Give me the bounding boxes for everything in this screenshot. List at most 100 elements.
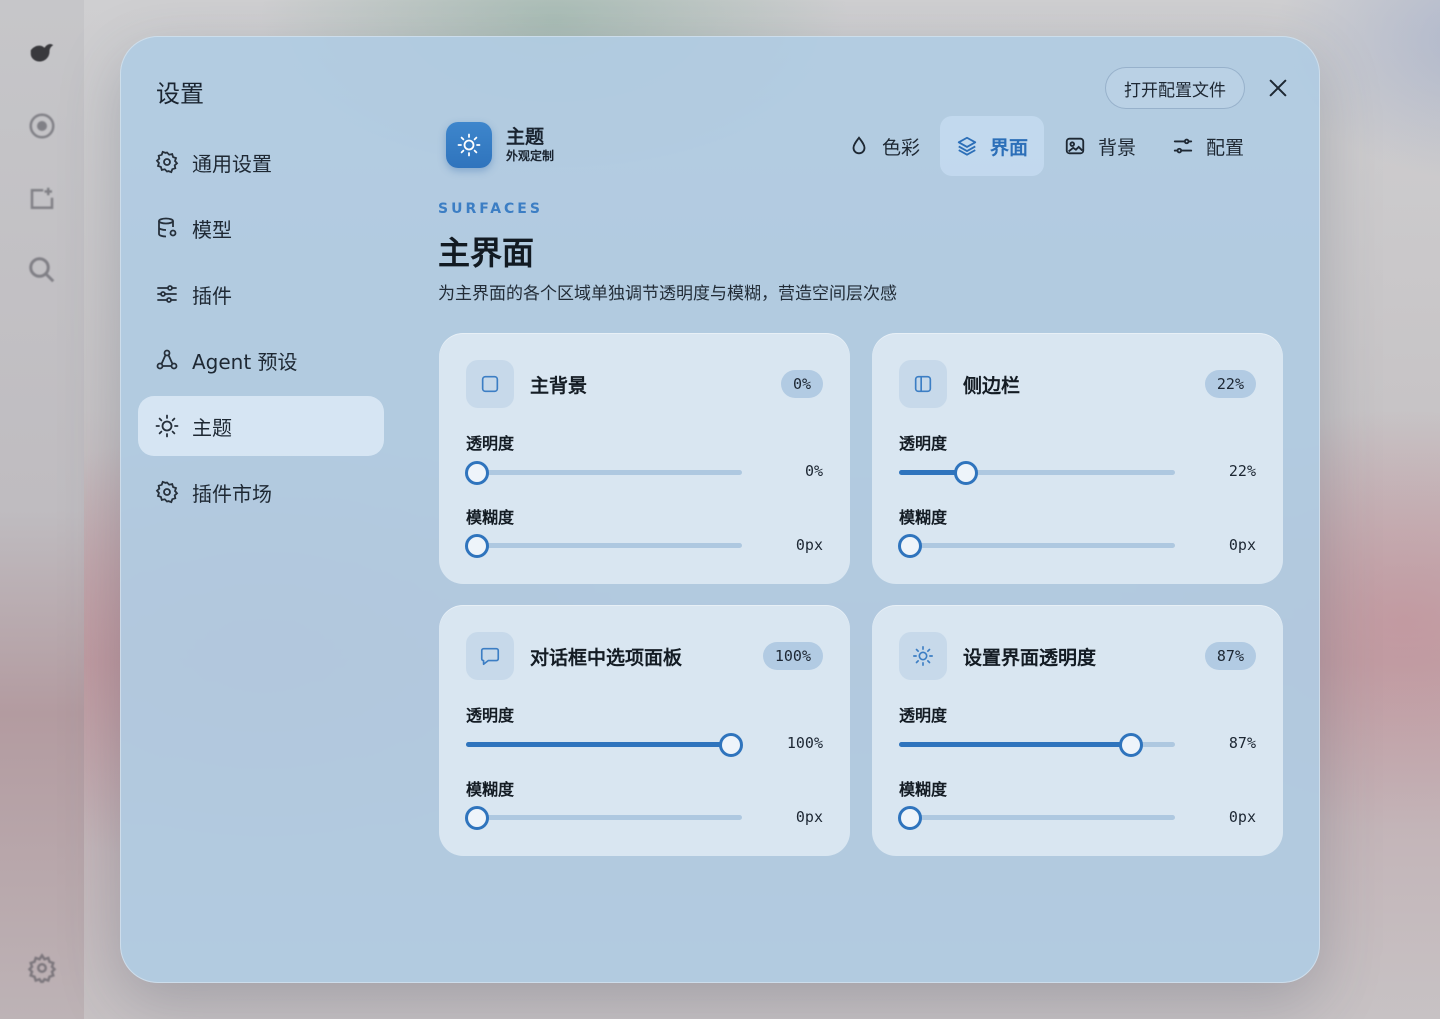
opacity-value: 100% (786, 734, 823, 752)
opacity-slider[interactable] (899, 460, 1175, 485)
opacity-slider[interactable] (465, 460, 742, 485)
sidebar-item-label: 主题 (192, 415, 232, 440)
slider-track (466, 543, 742, 548)
sidebar-item-general[interactable]: 通用设置 (138, 132, 384, 192)
slider-track (899, 543, 1175, 548)
database-icon (154, 215, 180, 241)
status-badge: 22% (1204, 370, 1256, 398)
slider-track (466, 815, 742, 820)
open-config-file-button[interactable]: 打开配置文件 (1105, 67, 1245, 109)
sidebar-item-plugin-market[interactable]: 插件市场 (138, 462, 384, 522)
sidebar-icon (899, 360, 947, 408)
slider-thumb[interactable] (898, 534, 922, 558)
opacity-slider[interactable] (899, 732, 1175, 757)
blur-slider[interactable] (465, 533, 742, 558)
slider-thumb[interactable] (719, 733, 743, 757)
surface-card-settings-opacity: 设置界面透明度 87% 透明度 87% 模糊度 0px (872, 605, 1283, 856)
sidebar-item-models[interactable]: 模型 (138, 198, 384, 258)
gear-icon (154, 479, 180, 505)
sliders-icon (154, 281, 180, 307)
image-icon (1065, 137, 1085, 155)
sidebar-item-theme[interactable]: 主题 (138, 396, 384, 456)
blur-label: 模糊度 (899, 508, 948, 527)
slider-thumb[interactable] (953, 461, 978, 485)
opacity-value: 0% (804, 462, 823, 480)
blur-value: 0px (1228, 808, 1256, 826)
opacity-label: 透明度 (899, 706, 948, 725)
blur-label: 模糊度 (466, 780, 515, 799)
new-chat-icon[interactable] (26, 183, 58, 215)
settings-sidebar: 通用设置 模型 插件 Agent 预设 主题 插件市场 (138, 132, 384, 528)
slider-thumb[interactable] (1118, 733, 1143, 757)
card-title: 侧边栏 (963, 375, 1021, 397)
opacity-value: 87% (1228, 734, 1256, 752)
sidebar-item-label: 插件市场 (192, 481, 272, 506)
surface-card-sidebar: 侧边栏 22% 透明度 22% 模糊度 0px (872, 333, 1283, 584)
sidebar-item-label: 通用设置 (192, 151, 272, 176)
sidebar-item-label: 插件 (192, 283, 232, 308)
slider-thumb[interactable] (898, 806, 922, 830)
tab-config[interactable]: 配置 (1156, 116, 1260, 176)
section-eyebrow: SURFACES (438, 201, 543, 217)
app-logo-icon (26, 38, 58, 70)
chat-bubble-icon (466, 632, 514, 680)
sidebar-item-plugins[interactable]: 插件 (138, 264, 384, 324)
app-rail (0, 0, 84, 1019)
surface-card-dialog-options-panel: 对话框中选项面板 100% 透明度 100% 模糊度 0px (439, 605, 850, 856)
slider-thumb[interactable] (465, 806, 489, 830)
card-title: 设置界面透明度 (963, 647, 1097, 669)
record-icon[interactable] (26, 110, 58, 142)
opacity-label: 透明度 (466, 434, 515, 453)
opacity-label: 透明度 (899, 434, 948, 453)
status-badge: 100% (762, 642, 823, 670)
sidebar-item-label: Agent 预设 (192, 349, 298, 374)
card-title: 主背景 (530, 375, 588, 397)
sidebar-item-label: 模型 (192, 217, 232, 242)
gear-icon (154, 149, 180, 175)
tab-background[interactable]: 背景 (1048, 116, 1152, 176)
sun-icon (154, 413, 180, 439)
status-badge: 87% (1204, 642, 1256, 670)
blur-value: 0px (795, 536, 823, 554)
blur-slider[interactable] (898, 533, 1175, 558)
square-icon (466, 360, 514, 408)
slider-thumb[interactable] (465, 461, 489, 485)
sun-icon (899, 632, 947, 680)
search-icon[interactable] (26, 254, 58, 286)
tab-label: 色彩 (882, 136, 921, 159)
tab-label: 配置 (1206, 136, 1245, 159)
blur-label: 模糊度 (899, 780, 948, 799)
tab-label: 界面 (990, 136, 1029, 159)
droplet-icon (852, 136, 866, 155)
settings-dialog: 设置 打开配置文件 通用设置 模型 插件 Agent 预设 主题 插件市场 主题… (120, 36, 1320, 983)
blur-slider[interactable] (465, 805, 742, 830)
opacity-slider[interactable] (466, 732, 743, 757)
tab-colors[interactable]: 色彩 (832, 116, 936, 176)
opacity-label: 透明度 (466, 706, 515, 725)
blur-value: 0px (795, 808, 823, 826)
section-description: 为主界面的各个区域单独调节透明度与模糊，营造空间层次感 (438, 284, 897, 304)
agent-icon (154, 347, 180, 373)
theme-subtitle: 外观定制 (506, 149, 555, 163)
sidebar-item-agent-presets[interactable]: Agent 预设 (138, 330, 384, 390)
tab-surfaces[interactable]: 界面 (940, 116, 1045, 176)
section-title: 主界面 (438, 234, 535, 272)
slider-fill (899, 742, 1131, 747)
slider-track (466, 470, 742, 475)
tab-label: 背景 (1098, 136, 1137, 159)
close-icon[interactable] (1264, 74, 1292, 102)
settings-icon[interactable] (26, 952, 58, 984)
blur-slider[interactable] (898, 805, 1175, 830)
opacity-value: 22% (1228, 462, 1256, 480)
sun-icon (446, 122, 492, 168)
blur-value: 0px (1228, 536, 1256, 554)
surface-card-main-background: 主背景 0% 透明度 0% 模糊度 0px (439, 333, 850, 584)
theme-name: 主题 (506, 126, 545, 148)
slider-thumb[interactable] (465, 534, 489, 558)
card-title: 对话框中选项面板 (530, 647, 683, 669)
layers-icon (957, 136, 977, 156)
blur-label: 模糊度 (466, 508, 515, 527)
slider-track (899, 815, 1175, 820)
sliders-icon (1173, 138, 1193, 154)
slider-fill (466, 742, 731, 747)
